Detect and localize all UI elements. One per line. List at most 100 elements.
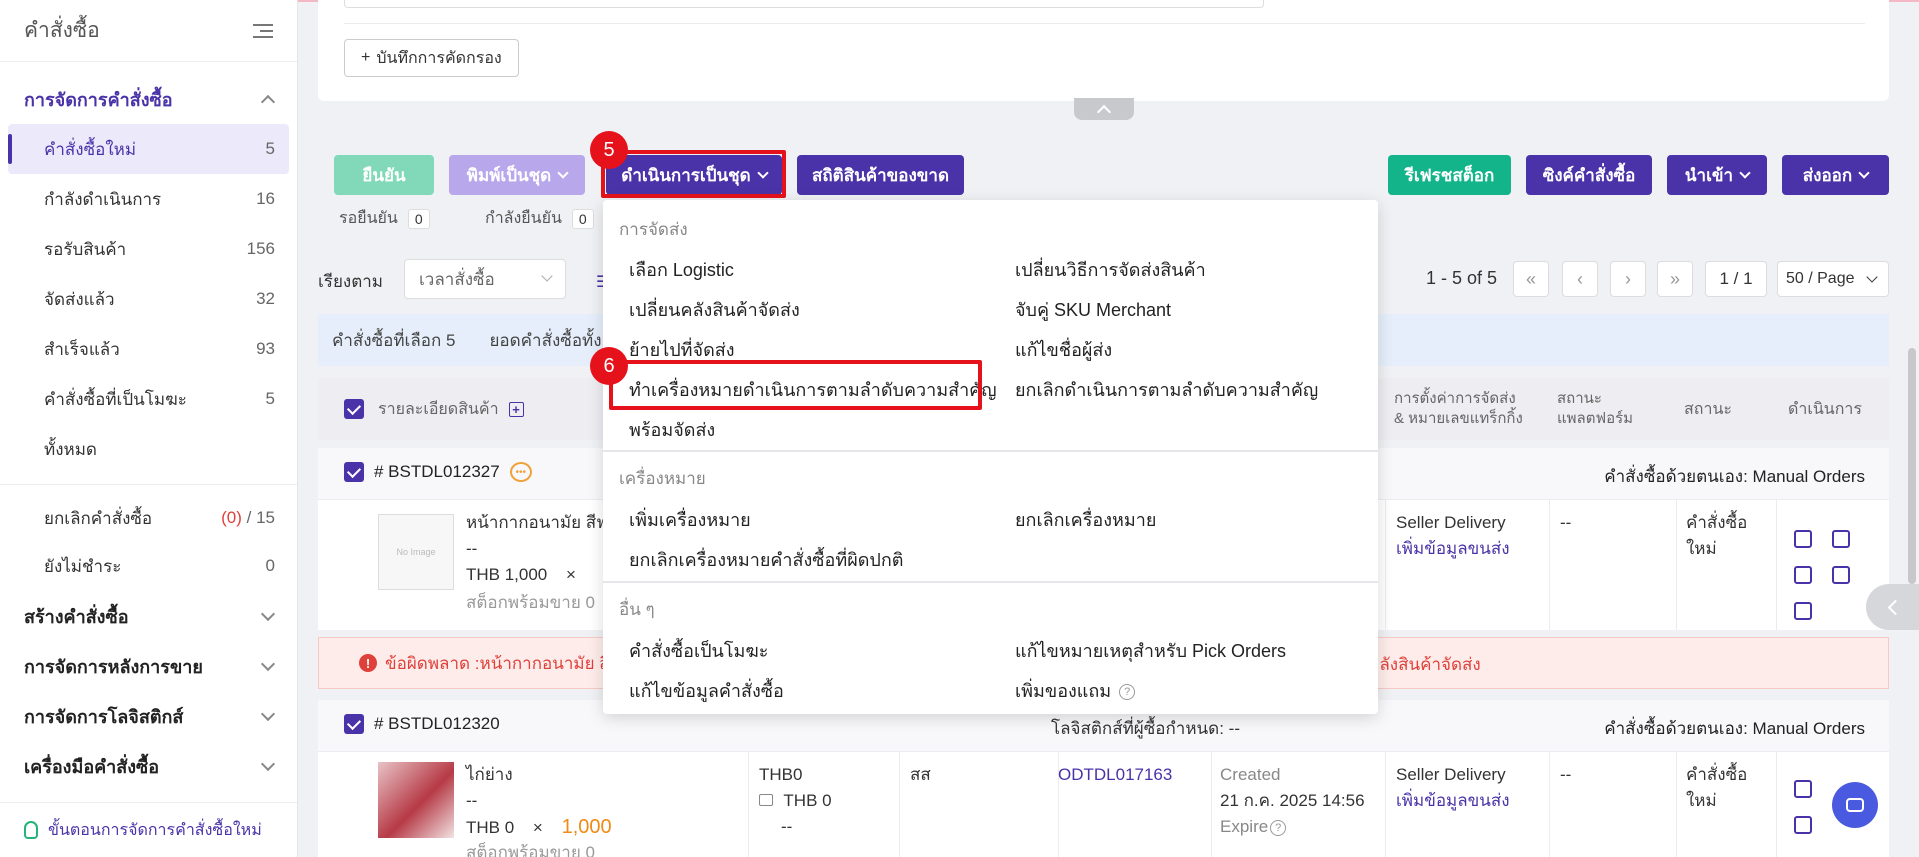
stock-shortage-stats-button[interactable]: สถิติสินค้าของขาด: [797, 155, 964, 195]
unit-text: สส: [910, 765, 931, 784]
sidebar-footer-guide-link[interactable]: ขั้นตอนการจัดการคำสั่งซื้อใหม่: [0, 802, 297, 857]
page-scrollbar[interactable]: [1908, 348, 1916, 584]
filter-divider: [344, 23, 1865, 24]
reference-order-link[interactable]: ODTDL017163: [1058, 762, 1172, 788]
menu-item-edit-order-info[interactable]: แก้ไขข้อมูลคำสั่งซื้อ: [629, 676, 784, 705]
sidebar-group-logistics[interactable]: การจัดการโลจิสติกส์: [0, 691, 297, 741]
menu-item-edit-pick-note[interactable]: แก้ไขหมายเหตุสำหรับ Pick Orders: [1015, 636, 1286, 665]
sidebar-item-completed[interactable]: สำเร็จแล้ว 93: [8, 324, 289, 374]
step-6-badge: 6: [590, 347, 628, 385]
settings-icon[interactable]: [1794, 566, 1812, 584]
order-card: # BSTDL012320 โลจิสติกส์ที่ผู้ซื้อกำหนด:…: [318, 700, 1889, 857]
delivery-method: Seller Delivery: [1396, 765, 1506, 784]
ship-icon[interactable]: [1794, 530, 1812, 548]
sidebar-item-new-orders[interactable]: คำสั่งซื้อใหม่ 5: [8, 124, 289, 174]
menu-item-change-warehouse[interactable]: เปลี่ยนคลังสินค้าจัดส่ง: [629, 295, 800, 324]
header-actions: ดำเนินการ: [1788, 400, 1862, 418]
plus-icon: +: [361, 49, 371, 66]
sidebar-item-void-orders[interactable]: คำสั่งซื้อที่เป็นโมฆะ 5: [8, 374, 289, 424]
menu-item-add-gift[interactable]: เพิ่มของแถม?: [1015, 676, 1136, 705]
pending-confirm-status[interactable]: รอยืนยัน 0: [339, 206, 430, 231]
document-icon[interactable]: [1832, 530, 1850, 548]
platform-status: --: [1560, 765, 1572, 784]
order-checkbox[interactable]: [344, 714, 364, 734]
menu-collapse-icon[interactable]: [253, 23, 273, 39]
page-number-input[interactable]: 1 / 1: [1705, 261, 1767, 297]
refresh-stock-label: รีเฟรชสต็อก: [1404, 165, 1495, 185]
order-status-line2: ใหม่: [1686, 791, 1717, 810]
column-divider: [1549, 752, 1550, 857]
message-icon[interactable]: •••: [509, 462, 532, 482]
order-id[interactable]: # BSTDL012320: [374, 714, 500, 734]
guide-link-label: ขั้นตอนการจัดการคำสั่งซื้อใหม่: [48, 821, 262, 839]
settings-icon[interactable]: [1794, 816, 1812, 834]
menu-item-remove-abnormal-mark[interactable]: ยกเลิกเครื่องหมายคำสั่งซื้อที่ผิดปกติ: [629, 545, 903, 574]
add-shipping-info-link[interactable]: เพิ่มข้อมูลขนส่ง: [1396, 788, 1510, 814]
sidebar-group-order-tools[interactable]: เครื่องมือคำสั่งซื้อ: [0, 741, 297, 791]
help-icon[interactable]: ?: [1119, 684, 1136, 701]
sidebar-item-shipped[interactable]: จัดส่งแล้ว 32: [8, 274, 289, 324]
last-page-button[interactable]: »: [1657, 261, 1693, 297]
select-all-checkbox[interactable]: [344, 399, 364, 419]
collapse-filter-toggle[interactable]: [1074, 98, 1134, 120]
confirm-button[interactable]: ยืนยัน: [334, 155, 434, 195]
order-checkbox[interactable]: [344, 462, 364, 482]
help-icon[interactable]: ?: [1270, 819, 1287, 836]
ship-icon[interactable]: [1794, 780, 1812, 798]
confirming-status[interactable]: กำลังยืนยัน 0: [485, 206, 594, 231]
menu-item-ready-to-ship[interactable]: พร้อมจัดส่ง: [629, 415, 715, 444]
sidebar-group-manage-orders[interactable]: การจัดการคำสั่งซื้อ: [0, 74, 297, 124]
export-button[interactable]: ส่งออก: [1782, 155, 1889, 195]
sidebar-item-label: คำสั่งซื้อที่เป็นโมฆะ: [44, 389, 187, 409]
chevron-down-icon: [260, 706, 276, 721]
sidebar-group-create-order[interactable]: สร้างคำสั่งซื้อ: [0, 591, 297, 641]
chevron-down-icon: [541, 270, 553, 282]
sidebar-item-in-progress[interactable]: กำลังดำเนินการ 16: [8, 174, 289, 224]
menu-section-other: อื่น ๆ: [619, 600, 655, 619]
menu-item-match-sku[interactable]: จับคู่ SKU Merchant: [1015, 295, 1171, 324]
chevron-down-icon: [1858, 167, 1870, 179]
menu-item-void-order[interactable]: คำสั่งซื้อเป็นโมฆะ: [629, 636, 768, 665]
sort-select[interactable]: เวลาสั่งซื้อ: [404, 259, 566, 299]
product-price-row: THB 1,000 ×: [466, 562, 576, 588]
sidebar-title: คำสั่งซื้อ: [24, 19, 100, 42]
sidebar-group-after-sales[interactable]: การจัดการหลังการขาย: [0, 641, 297, 691]
stock-available: สต็อกพร้อมขาย 0: [466, 593, 595, 612]
cancel-pending-count: (0): [221, 508, 242, 527]
batch-print-button[interactable]: พิมพ์เป็นชุด: [449, 155, 585, 195]
next-page-button[interactable]: ›: [1610, 261, 1646, 297]
refresh-stock-button[interactable]: รีเฟรชสต็อก: [1388, 155, 1511, 195]
menu-item-add-mark[interactable]: เพิ่มเครื่องหมาย: [629, 505, 751, 534]
first-page-button[interactable]: «: [1513, 261, 1549, 297]
prev-page-button[interactable]: ‹: [1562, 261, 1598, 297]
menu-item-edit-sender[interactable]: แก้ไขชื่อผู้ส่ง: [1015, 335, 1112, 364]
product-name[interactable]: ไก่ย่าง: [466, 762, 513, 788]
sync-orders-label: ซิงค์คำสั่งซื้อ: [1542, 165, 1636, 185]
page-size-select[interactable]: 50 / Page: [1777, 261, 1889, 297]
sidebar-item-all[interactable]: ทั้งหมด: [8, 424, 289, 474]
side-panel-toggle[interactable]: [1866, 584, 1919, 630]
order-id[interactable]: # BSTDL012327: [374, 462, 500, 482]
import-button[interactable]: นำเข้า: [1667, 155, 1767, 195]
menu-item-cancel-priority[interactable]: ยกเลิกดำเนินการตามลำดับความสำคัญ: [1015, 375, 1318, 404]
add-shipping-info-link[interactable]: เพิ่มข้อมูลขนส่ง: [1396, 536, 1510, 562]
sidebar-item-label: รอรับสินค้า: [44, 239, 127, 259]
pending-label: รอยืนยัน: [339, 210, 398, 227]
sidebar-item-cancel-orders[interactable]: ยกเลิกคำสั่งซื้อ (0) / 15: [8, 495, 289, 541]
sidebar-item-unpaid[interactable]: ยังไม่ชำระ 0: [8, 541, 289, 591]
sync-orders-button[interactable]: ซิงค์คำสั่งซื้อ: [1526, 155, 1652, 195]
save-filter-button[interactable]: + บันทึกการคัดกรอง: [344, 39, 519, 77]
sidebar-item-label: ทั้งหมด: [44, 439, 97, 459]
menu-item-remove-mark[interactable]: ยกเลิกเครื่องหมาย: [1015, 505, 1156, 534]
step-5-highlight: [601, 150, 786, 198]
filter-inputs-row[interactable]: [344, 0, 1264, 8]
column-divider: [899, 752, 900, 857]
expand-all-icon[interactable]: +: [508, 401, 524, 417]
menu-item-change-shipping-method[interactable]: เปลี่ยนวิธีการจัดส่งสินค้า: [1015, 255, 1206, 284]
edit-icon[interactable]: [1794, 602, 1812, 620]
product-name[interactable]: หน้ากากอนามัย สีฟ: [466, 510, 608, 536]
list-icon[interactable]: [1832, 566, 1850, 584]
chat-support-button[interactable]: [1832, 782, 1878, 828]
menu-item-select-logistic[interactable]: เลือก Logistic: [629, 255, 734, 284]
sidebar-item-awaiting-pickup[interactable]: รอรับสินค้า 156: [8, 224, 289, 274]
